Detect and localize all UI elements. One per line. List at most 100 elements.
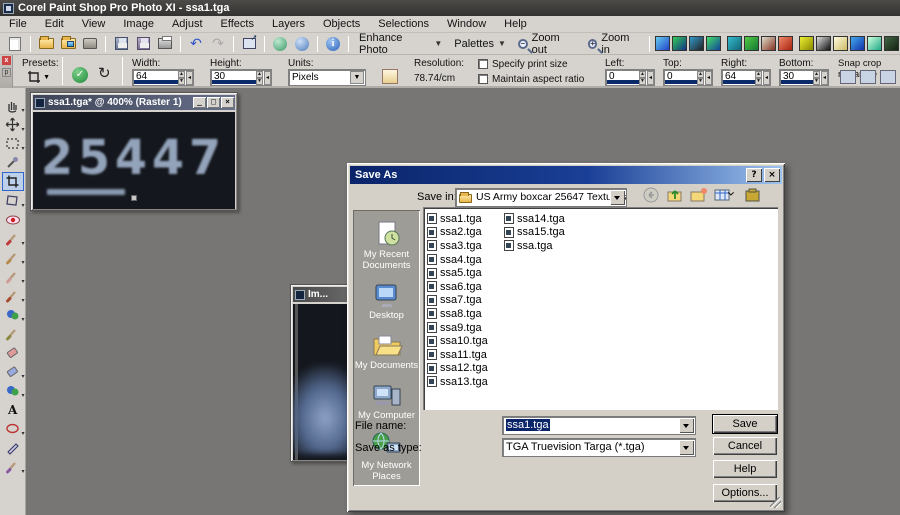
sparkle-icon[interactable] — [833, 36, 848, 51]
eraser-tool[interactable] — [2, 343, 24, 362]
print-size-icon[interactable] — [382, 69, 398, 84]
pan-tool[interactable]: ▾ — [2, 96, 24, 115]
file-item[interactable]: ssa5.tga — [427, 266, 504, 280]
snap-layer-opaque-icon[interactable] — [840, 70, 856, 84]
snap-current-selection-icon[interactable] — [880, 70, 896, 84]
apply-button[interactable]: ✓ — [72, 67, 88, 83]
snap-merged-opaque-icon[interactable] — [860, 70, 876, 84]
dialog-titlebar[interactable]: Save As ? × — [350, 166, 782, 184]
file-item[interactable]: ssa12.tga — [427, 362, 504, 376]
new-icon[interactable] — [5, 35, 25, 53]
enhance-photo-dropdown[interactable]: Enhance Photo▼ — [353, 32, 448, 56]
print-icon[interactable] — [155, 35, 175, 53]
dropper-tool[interactable] — [2, 153, 24, 172]
image-window-ssa1[interactable]: ssa1.tga* @ 400% (Raster 1) _ □ × 25447 — [30, 92, 238, 211]
save-as-type-select[interactable]: TGA Truevision Targa (*.tga) — [502, 438, 696, 457]
file-item[interactable]: ssa.tga — [504, 239, 581, 253]
place-my-network-places[interactable]: My Network Places — [353, 431, 420, 483]
units-select[interactable]: Pixels ▼ — [288, 69, 366, 86]
menu-effects[interactable]: Effects — [212, 17, 263, 31]
palette-grip[interactable]: x p — [0, 55, 13, 88]
left-input[interactable]: 0 ▲▼◂ — [605, 69, 655, 86]
width-input[interactable]: 64 ▲▼ ◂ — [132, 69, 194, 86]
zoom-100-icon[interactable] — [706, 36, 721, 51]
globe-icon[interactable] — [727, 36, 742, 51]
menu-help[interactable]: Help — [495, 17, 536, 31]
palettes-dropdown[interactable]: Palettes▼ — [448, 38, 512, 50]
email-photo-icon[interactable] — [270, 35, 290, 53]
bottom-input[interactable]: 30 ▲▼◂ — [779, 69, 829, 86]
zoom-out-button[interactable]: – Zoom out — [512, 32, 582, 56]
app-titlebar[interactable]: Corel Paint Shop Pro Photo XI - ssa1.tga — [0, 0, 900, 16]
zoom-in-button[interactable]: + Zoom in — [582, 32, 645, 56]
screen-preview-icon[interactable] — [655, 36, 670, 51]
makeover-tool[interactable]: ▾ — [2, 229, 24, 248]
close-icon[interactable]: × — [221, 97, 234, 108]
place-my-recent-documents[interactable]: My Recent Documents — [353, 220, 420, 272]
spin-down-icon[interactable]: ▼ — [178, 78, 185, 85]
cancel-button[interactable]: Cancel — [713, 437, 777, 455]
file-item[interactable]: ssa9.tga — [427, 321, 504, 335]
earth-icon[interactable] — [744, 36, 759, 51]
spin-edit-button[interactable]: ◂ — [186, 71, 193, 85]
color-changer-tool[interactable]: ▾ — [2, 305, 24, 324]
right-input[interactable]: 64 ▲▼◂ — [721, 69, 771, 86]
fit-window-icon[interactable] — [689, 36, 704, 51]
menu-edit[interactable]: Edit — [36, 17, 73, 31]
selection-tool[interactable]: ▾ — [2, 134, 24, 153]
pin-icon[interactable]: p — [2, 68, 11, 77]
file-item[interactable]: ssa7.tga — [427, 294, 504, 308]
minimize-icon[interactable]: _ — [193, 97, 206, 108]
photo-fix-icon[interactable] — [761, 36, 776, 51]
preset-shape-tool[interactable]: ▾ — [2, 419, 24, 438]
spin-edit-button[interactable]: ◂ — [264, 71, 271, 85]
paint-brush-tool[interactable]: ▾ — [2, 286, 24, 305]
file-item[interactable]: ssa4.tga — [427, 253, 504, 267]
scan-icon[interactable] — [80, 35, 100, 53]
specify-print-size-checkbox[interactable]: Specify print size — [478, 59, 568, 70]
close-icon[interactable]: × — [764, 168, 780, 182]
menu-file[interactable]: File — [0, 17, 36, 31]
menu-selections[interactable]: Selections — [369, 17, 438, 31]
maximize-icon[interactable]: □ — [207, 97, 220, 108]
place-desktop[interactable]: Desktop — [353, 281, 420, 322]
crop-handle[interactable] — [131, 195, 137, 201]
scratch-remover-tool[interactable]: ▾ — [2, 267, 24, 286]
redo-icon[interactable]: ↷ — [208, 35, 228, 53]
camera-icon[interactable] — [884, 36, 899, 51]
menu-objects[interactable]: Objects — [314, 17, 369, 31]
height-input[interactable]: 30 ▲▼ ◂ — [210, 69, 272, 86]
place-my-documents[interactable]: My Documents — [353, 331, 420, 372]
preview-box-icon[interactable] — [744, 187, 762, 206]
diamond-icon[interactable] — [850, 36, 865, 51]
move-tool[interactable]: ▾ — [2, 115, 24, 134]
warp-brush-tool[interactable]: ▾ — [2, 457, 24, 476]
picture-tube-tool[interactable]: ▾ — [2, 381, 24, 400]
file-item[interactable]: ssa15.tga — [504, 226, 581, 240]
file-item[interactable]: ssa2.tga — [427, 226, 504, 240]
presets-dropdown[interactable]: ▼ — [26, 69, 42, 88]
save-in-select[interactable]: US Army boxcar 25647 Textures — [455, 188, 627, 207]
image-window-titlebar[interactable]: ssa1.tga* @ 400% (Raster 1) _ □ × — [33, 95, 235, 110]
file-list[interactable]: ssa1.tgassa2.tgassa3.tgassa4.tgassa5.tga… — [423, 207, 778, 410]
file-item[interactable]: ssa14.tga — [504, 212, 581, 226]
file-item[interactable]: ssa11.tga — [427, 348, 504, 362]
info-icon[interactable]: i — [323, 35, 343, 53]
up-one-level-icon[interactable] — [666, 187, 684, 206]
undo-icon[interactable]: ↶ — [186, 35, 206, 53]
save-as-icon[interactable] — [133, 35, 153, 53]
options-button[interactable]: Options... — [713, 484, 777, 502]
browse-icon[interactable] — [58, 35, 78, 53]
target-icon[interactable] — [799, 36, 814, 51]
share-photo-icon[interactable] — [292, 35, 312, 53]
menu-layers[interactable]: Layers — [263, 17, 314, 31]
reset-icon[interactable]: ↻ — [98, 64, 111, 82]
file-name-input[interactable]: ssa1.tga — [502, 416, 696, 435]
file-item[interactable]: ssa1.tga — [427, 212, 504, 226]
spin-up-icon[interactable]: ▲ — [256, 71, 263, 78]
pen-tool[interactable] — [2, 438, 24, 457]
view-menu-icon[interactable] — [714, 187, 738, 206]
menu-window[interactable]: Window — [438, 17, 495, 31]
help-icon[interactable]: ? — [746, 168, 762, 182]
red-swirl-icon[interactable] — [778, 36, 793, 51]
